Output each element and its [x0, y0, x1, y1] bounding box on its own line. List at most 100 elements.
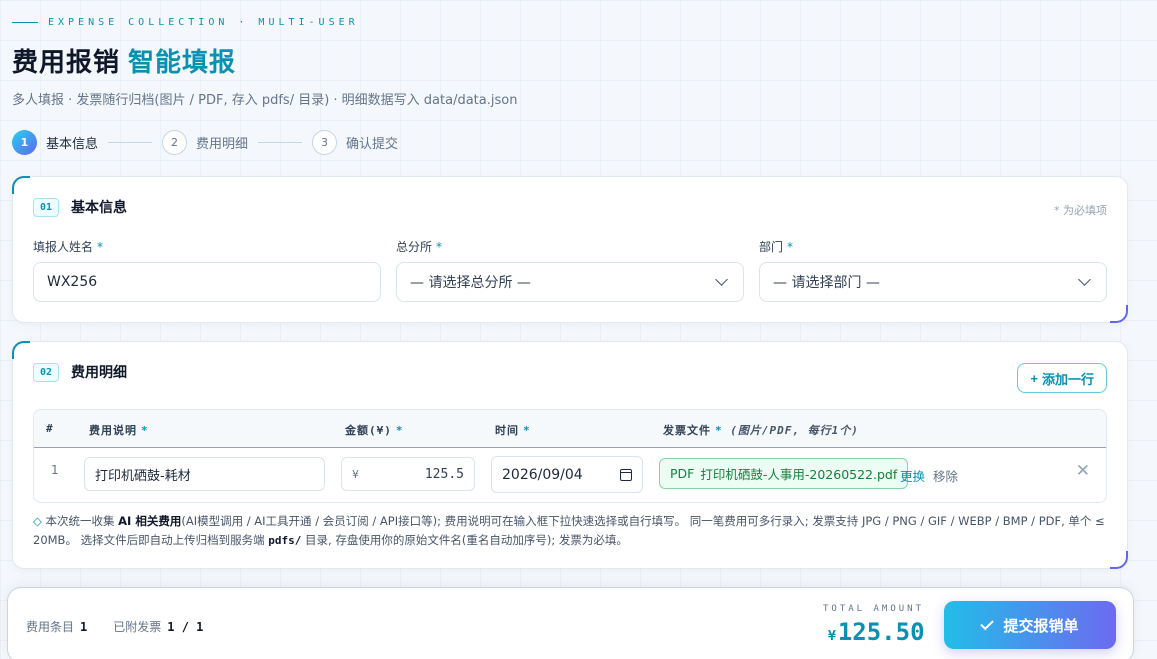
eyebrow-line: [12, 22, 38, 23]
section-title: 基本信息: [71, 200, 128, 216]
dept-label: 部门 *: [759, 238, 793, 255]
page-title: 费用报销 智能填报: [12, 42, 236, 79]
step-number: 2: [162, 130, 188, 155]
section-title: 费用明细: [71, 365, 128, 381]
expense-note: ◇ 本次统一收集 AI 相关费用(AI模型调用 / AI工具开通 / 会员订阅 …: [33, 512, 1111, 550]
table-header: # 费用说明 * 金额(¥) * 时间 * 发票文件 * (图片/PDF, 每行1个): [34, 410, 1106, 448]
branch-select-value: — 请选择总分所 —: [410, 275, 531, 291]
col-description-text: 费用说明: [89, 424, 137, 437]
item-count-value: 1: [80, 619, 88, 634]
step-label: 确认提交: [346, 137, 399, 152]
step-label: 费用明细: [196, 137, 249, 152]
expense-detail-card: 02 费用明细 + 添加一行 # 费用说明 * 金额(¥) * 时间 * 发票文件 * …: [12, 341, 1128, 569]
stepper: 1 基本信息 2 费用明细 3 确认提交: [12, 130, 398, 155]
col-invoice-file-text: 发票文件: [663, 424, 711, 437]
dept-select-value: — 请选择部门 —: [773, 275, 880, 291]
card-corner-accent: [1110, 551, 1128, 569]
col-invoice-file: 发票文件 * (图片/PDF, 每行1个): [663, 422, 859, 438]
submit-label: 提交报销单: [1003, 617, 1079, 635]
total-currency: ¥: [828, 629, 836, 644]
dept-select[interactable]: — 请选择部门 —: [759, 262, 1107, 302]
chevron-down-icon: [1078, 273, 1091, 286]
total-amount: ¥ 125.50: [828, 618, 925, 646]
step-number: 3: [312, 130, 338, 155]
dept-label-text: 部门: [759, 240, 784, 254]
name-input[interactable]: WX256: [33, 262, 381, 302]
step-basic-info[interactable]: 1 基本信息: [12, 130, 98, 155]
note-text: 目录, 存盘使用你的原始文件名(重名自动加序号); 发票为必填。: [301, 533, 628, 547]
date-input[interactable]: 2026/09/04: [491, 456, 643, 493]
branch-select[interactable]: — 请选择总分所 —: [396, 262, 744, 302]
eyebrow: EXPENSE COLLECTION · MULTI-USER: [12, 17, 359, 28]
eyebrow-text: EXPENSE COLLECTION · MULTI-USER: [48, 17, 359, 28]
step-connector: [258, 142, 303, 143]
row-index: 1: [51, 463, 59, 477]
description-input[interactable]: 打印机硒鼓-耗材: [84, 457, 325, 491]
required-mark: *: [523, 424, 531, 437]
col-index: #: [46, 422, 54, 435]
summary-stats: 费用条目 1 已附发票 1 / 1: [26, 618, 203, 635]
amount-value: 125.5: [424, 466, 464, 482]
step-expense-detail[interactable]: 2 费用明细: [162, 130, 248, 155]
date-value: 2026/09/04: [502, 466, 583, 483]
step-confirm-submit[interactable]: 3 确认提交: [312, 130, 398, 155]
required-mark: *: [715, 424, 723, 437]
required-mark: *: [97, 240, 104, 254]
replace-file-link[interactable]: 更换: [900, 466, 925, 485]
required-mark: *: [787, 240, 794, 254]
step-number: 1: [12, 130, 37, 155]
card-header: 01 基本信息: [33, 197, 127, 217]
total-value: 125.50: [837, 618, 925, 646]
col-amount-text: 金额(¥): [345, 424, 392, 437]
attached-value: 1 / 1: [167, 619, 204, 634]
note-text: 本次统一收集: [45, 514, 119, 528]
page-title-accent: 智能填报: [128, 48, 237, 78]
step-connector: [108, 142, 153, 143]
page-title-main: 费用报销: [12, 48, 121, 78]
note-emphasis: AI 相关费用: [118, 514, 182, 528]
card-corner-accent: [1110, 305, 1128, 323]
item-count-label: 费用条目: [26, 620, 75, 634]
page-subtitle: 多人填报 · 发票随行归档(图片 / PDF, 存入 pdfs/ 目录) · 明…: [12, 93, 518, 108]
calendar-icon[interactable]: [620, 468, 632, 481]
delete-row-icon[interactable]: ✕: [1076, 463, 1090, 480]
required-mark: *: [395, 424, 404, 437]
check-icon: [980, 616, 995, 630]
file-name: 打印机硒鼓-人事用-20260522.pdf: [700, 467, 898, 482]
required-mark: *: [141, 424, 149, 437]
plus-icon: +: [1030, 370, 1038, 386]
card-corner-accent: [12, 341, 30, 359]
section-badge: 01: [33, 197, 60, 217]
card-corner-accent: [12, 176, 30, 194]
branch-label-text: 总分所: [396, 240, 433, 254]
required-note: * 为必填项: [1054, 204, 1107, 217]
add-row-button[interactable]: + 添加一行: [1017, 363, 1107, 393]
col-time-text: 时间: [495, 424, 519, 437]
col-description: 费用说明 *: [89, 422, 149, 438]
attached-label: 已附发票: [113, 620, 162, 634]
name-label: 填报人姓名 *: [33, 238, 103, 255]
total-label: TOTAL AMOUNT: [823, 604, 925, 614]
expense-table: # 费用说明 * 金额(¥) * 时间 * 发票文件 * (图片/PDF, 每行1个) …: [33, 409, 1107, 503]
required-mark: *: [436, 240, 443, 254]
branch-label: 总分所 *: [396, 238, 442, 255]
basic-info-card: 01 基本信息 * 为必填项 填报人姓名 * WX256 总分所 * — 请选择总分…: [12, 176, 1128, 323]
section-badge: 02: [33, 362, 60, 382]
invoice-file-chip: PDF 打印机硒鼓-人事用-20260522.pdf: [659, 458, 909, 489]
step-label: 基本信息: [46, 137, 99, 152]
amount-input[interactable]: ¥ 125.5: [341, 457, 475, 491]
submit-button[interactable]: 提交报销单: [944, 601, 1116, 649]
currency-symbol: ¥: [352, 467, 359, 481]
name-label-text: 填报人姓名: [33, 240, 94, 254]
col-invoice-hint: (图片/PDF, 每行1个): [730, 424, 859, 437]
card-header: 02 费用明细: [33, 362, 127, 382]
add-row-label: 添加一行: [1041, 371, 1094, 387]
col-time: 时间 *: [495, 422, 531, 438]
note-code: pdfs/: [268, 534, 302, 547]
chevron-down-icon: [715, 273, 728, 286]
file-type-tag: PDF: [670, 466, 695, 481]
summary-footer: 费用条目 1 已附发票 1 / 1 TOTAL AMOUNT ¥ 125.50 …: [7, 587, 1134, 659]
remove-file-link[interactable]: 移除: [933, 466, 958, 485]
name-input-value: WX256: [47, 274, 98, 290]
col-amount: 金额(¥) *: [345, 422, 404, 438]
